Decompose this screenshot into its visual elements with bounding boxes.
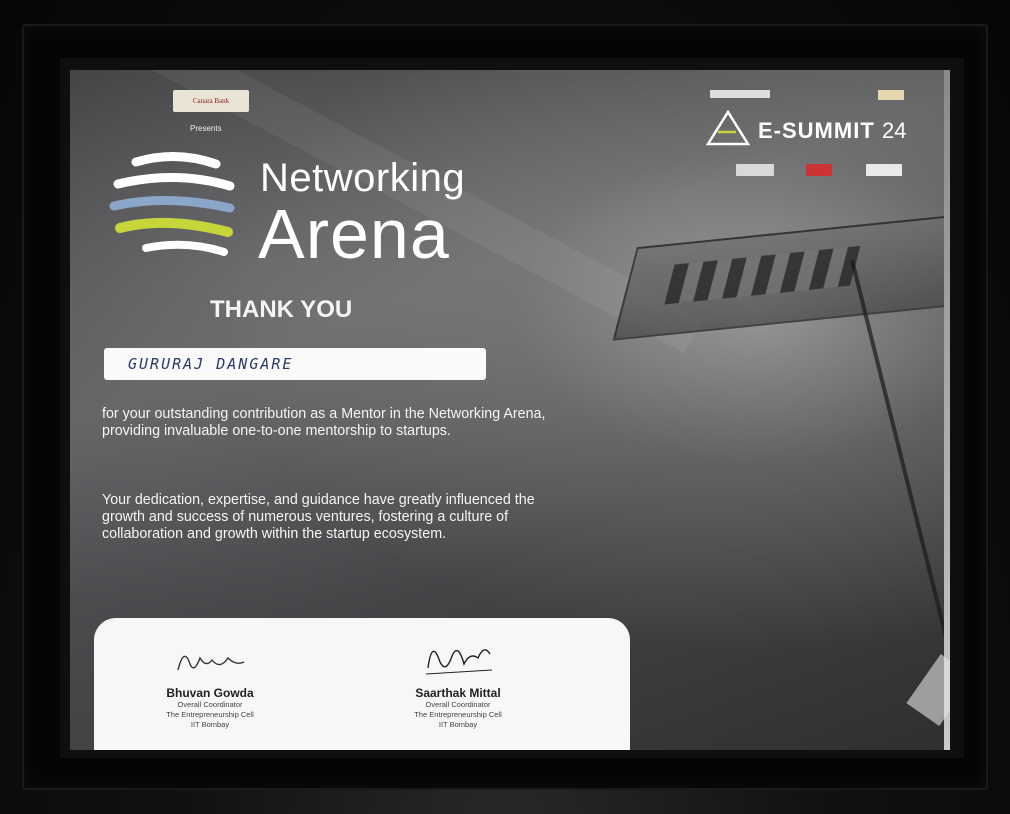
signatory-2-org: The Entrepreneurship Cell: [414, 710, 502, 719]
signatory-2-institute: IIT Bombay: [438, 720, 478, 729]
esummit-triangle-logo: [706, 110, 750, 146]
signatory-2: Saarthak Mittal Overall Coordinator The …: [358, 632, 558, 730]
signatory-2-name: Saarthak Mittal: [415, 686, 501, 700]
esummit-sponsor-logo: [736, 164, 774, 176]
esummit-sponsor-logo: [806, 164, 832, 176]
event-title-line2: Arena: [258, 195, 450, 273]
recipient-name-box: GURURAJ DANGARE: [104, 348, 486, 380]
certificate-heading: THANK YOU: [210, 296, 353, 323]
certificate-paragraph-2: Your dedication, expertise, and guidance…: [102, 492, 535, 542]
ceiling-reflection: [612, 213, 950, 341]
sponsor-logo-text: Canara Bank: [192, 97, 230, 105]
signature-1-image: [110, 632, 310, 680]
recipient-name: GURURAJ DANGARE: [128, 355, 294, 373]
signature-2-image: [358, 632, 558, 680]
sponsor-logo: Canara Bank: [173, 90, 249, 112]
partner-logo: [878, 90, 904, 100]
certificate-paragraph-1: for your outstanding contribution as a M…: [102, 406, 546, 439]
esummit-sponsor-logo: [866, 164, 902, 176]
esummit-title: E-SUMMIT: [758, 118, 875, 143]
signatory-1-role: Overall Coordinator: [177, 700, 243, 709]
glass-glare: [906, 653, 950, 727]
signatory-2-role: Overall Coordinator: [425, 700, 491, 709]
signatory-1: Bhuvan Gowda Overall Coordinator The Ent…: [110, 632, 310, 730]
pole-reflection: [850, 259, 950, 678]
partner-logo: [710, 90, 770, 98]
frame-edge-glare: [944, 70, 950, 750]
signature-panel: Bhuvan Gowda Overall Coordinator The Ent…: [94, 618, 630, 750]
signatory-1-institute: IIT Bombay: [190, 720, 230, 729]
certificate: Canara Bank Presents Networking Arena E-…: [70, 70, 950, 750]
signatory-1-org: The Entrepreneurship Cell: [166, 710, 254, 719]
esummit-year: 24: [882, 118, 907, 143]
signatory-1-name: Bhuvan Gowda: [166, 686, 254, 700]
networking-arena-emblem: [109, 152, 235, 256]
presents-label: Presents: [190, 124, 222, 133]
